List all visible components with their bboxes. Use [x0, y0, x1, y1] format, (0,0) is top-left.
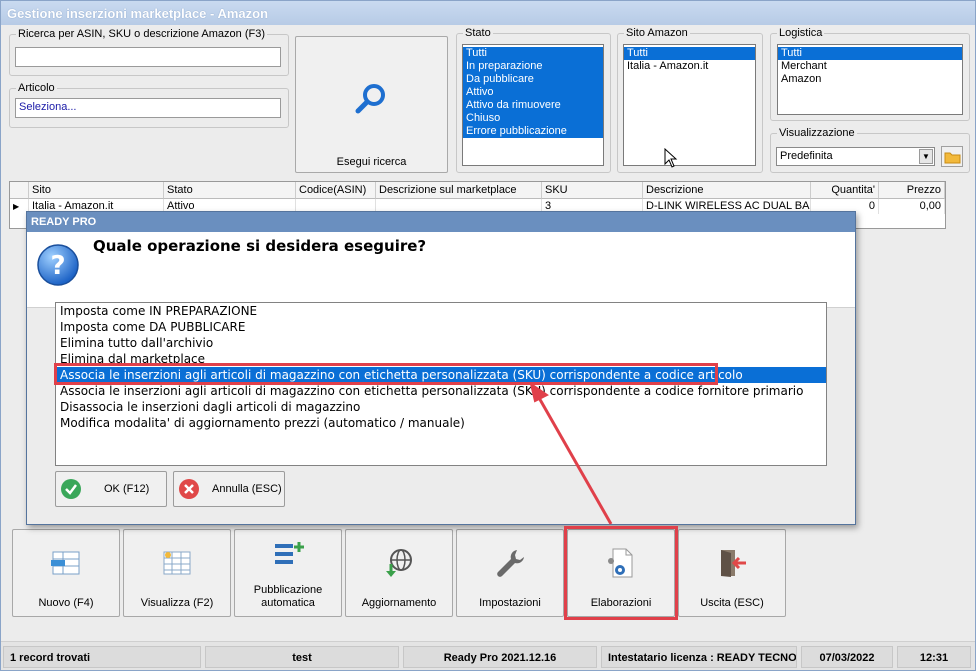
mouse-cursor-icon [664, 148, 678, 168]
logistica-option[interactable]: Amazon [778, 73, 962, 86]
exit-door-icon [721, 550, 746, 577]
cell-prezzo[interactable]: 0,00 [879, 199, 945, 214]
chevron-down-icon[interactable]: ▼ [919, 149, 933, 164]
sito-option[interactable]: Italia - Amazon.it [624, 60, 755, 73]
question-icon: ? [37, 244, 79, 286]
view-grid-icon [163, 551, 191, 575]
stato-option[interactable]: Attivo [463, 86, 603, 99]
logistica-option[interactable]: Merchant [778, 60, 962, 73]
operation-option[interactable]: Imposta come DA PUBBLICARE [56, 319, 826, 335]
search-input[interactable] [15, 47, 281, 67]
stato-listbox[interactable]: Tutti In preparazione Da pubblicare Atti… [462, 44, 604, 166]
cancel-icon [179, 479, 199, 499]
stato-option[interactable]: Tutti [463, 47, 603, 60]
cancel-button[interactable]: Annulla (ESC) [173, 471, 285, 507]
new-record-icon [51, 551, 80, 575]
stato-label: Stato [463, 27, 493, 40]
highlight-box-elaborazioni [564, 526, 678, 620]
visualizzazione-label: Visualizzazione [777, 127, 857, 140]
stato-option[interactable]: Chiuso [463, 112, 603, 125]
stato-option[interactable]: Errore pubblicazione [463, 125, 603, 138]
col-header-prezzo[interactable]: Prezzo [879, 182, 945, 199]
nuovo-button[interactable]: Nuovo (F4) [12, 529, 120, 617]
operation-option[interactable]: Imposta come IN PREPARAZIONE [56, 303, 826, 319]
sito-option[interactable]: Tutti [624, 47, 755, 60]
globe-download-icon [386, 549, 412, 577]
col-header-sku[interactable]: SKU [542, 182, 643, 199]
aggiornamento-label: Aggiornamento [361, 597, 437, 609]
col-header-descr-marketplace[interactable]: Descrizione sul marketplace [376, 182, 542, 199]
col-header-quantita[interactable]: Quantita' [811, 182, 879, 199]
impostazioni-label: Impostazioni [479, 597, 541, 609]
impostazioni-button[interactable]: Impostazioni [456, 529, 564, 617]
dialog-header: ? Quale operazione si desidera eseguire? [27, 232, 855, 308]
articolo-field[interactable]: Seleziona... [15, 98, 281, 118]
pubblicazione-button[interactable]: Pubblicazione automatica [234, 529, 342, 617]
uscita-label: Uscita (ESC) [700, 597, 764, 609]
highlight-box-option [54, 363, 718, 385]
ok-label: OK (F12) [104, 483, 150, 495]
stato-option[interactable]: Attivo da rimuovere [463, 99, 603, 112]
status-time: 12:31 [897, 646, 971, 668]
pubblicazione-label-line1: Pubblicazione [253, 584, 323, 596]
visualizzazione-value: Predefinita [780, 150, 833, 162]
dialog-title: READY PRO [27, 212, 855, 232]
search-label: Ricerca per ASIN, SKU o descrizione Amaz… [16, 28, 267, 41]
open-folder-button[interactable] [941, 146, 963, 167]
dialog-question: Quale operazione si desidera eseguire? [93, 237, 427, 255]
visualizzazione-select[interactable]: Predefinita ▼ [776, 147, 935, 166]
check-icon [61, 479, 81, 499]
stato-option[interactable]: Da pubblicare [463, 73, 603, 86]
status-user: test [205, 646, 399, 668]
list-add-icon [275, 542, 304, 564]
aggiornamento-button[interactable]: Aggiornamento [345, 529, 453, 617]
operation-option[interactable]: Disassocia le inserzioni dagli articoli … [56, 399, 826, 415]
status-version: Ready Pro 2021.12.16 [403, 646, 597, 668]
operation-option[interactable]: Elimina tutto dall'archivio [56, 335, 826, 351]
svg-text:?: ? [50, 251, 65, 281]
articolo-label: Articolo [16, 82, 57, 95]
col-header-stato[interactable]: Stato [164, 182, 296, 199]
status-bar: 1 record trovati test Ready Pro 2021.12.… [1, 641, 975, 670]
status-license: Intestatario licenza : READY TECNO [601, 646, 797, 668]
grid-corner [10, 182, 29, 199]
magnifier-icon [355, 84, 385, 114]
search-button[interactable]: Esegui ricerca [295, 36, 448, 173]
window-title: Gestione inserzioni marketplace - Amazon [1, 1, 975, 25]
sito-listbox[interactable]: Tutti Italia - Amazon.it [623, 44, 756, 168]
wrench-icon [497, 550, 524, 577]
pubblicazione-label: Pubblicazione automatica [235, 584, 341, 610]
status-records: 1 record trovati [3, 646, 201, 668]
logistica-label: Logistica [777, 27, 825, 40]
visualizza-label: Visualizza (F2) [140, 597, 214, 609]
logistica-listbox[interactable]: Tutti Merchant Amazon [777, 44, 963, 115]
stato-option[interactable]: In preparazione [463, 60, 603, 73]
col-header-asin[interactable]: Codice(ASIN) [296, 182, 376, 199]
nuovo-label: Nuovo (F4) [38, 597, 94, 609]
uscita-button[interactable]: Uscita (ESC) [678, 529, 786, 617]
folder-icon [944, 152, 961, 164]
search-button-label: Esegui ricerca [336, 156, 407, 168]
sito-label: Sito Amazon [624, 27, 690, 40]
ok-button[interactable]: OK (F12) [55, 471, 167, 507]
operation-option[interactable]: Modifica modalita' di aggiornamento prez… [56, 415, 826, 431]
operation-option[interactable]: Associa le inserzioni agli articoli di m… [56, 383, 826, 399]
col-header-sito[interactable]: Sito [29, 182, 164, 199]
pubblicazione-label-line2: automatica [261, 597, 315, 609]
status-date: 07/03/2022 [801, 646, 893, 668]
cancel-label: Annulla (ESC) [212, 483, 282, 495]
visualizza-button[interactable]: Visualizza (F2) [123, 529, 231, 617]
logistica-option[interactable]: Tutti [778, 47, 962, 60]
col-header-descrizione[interactable]: Descrizione [643, 182, 811, 199]
